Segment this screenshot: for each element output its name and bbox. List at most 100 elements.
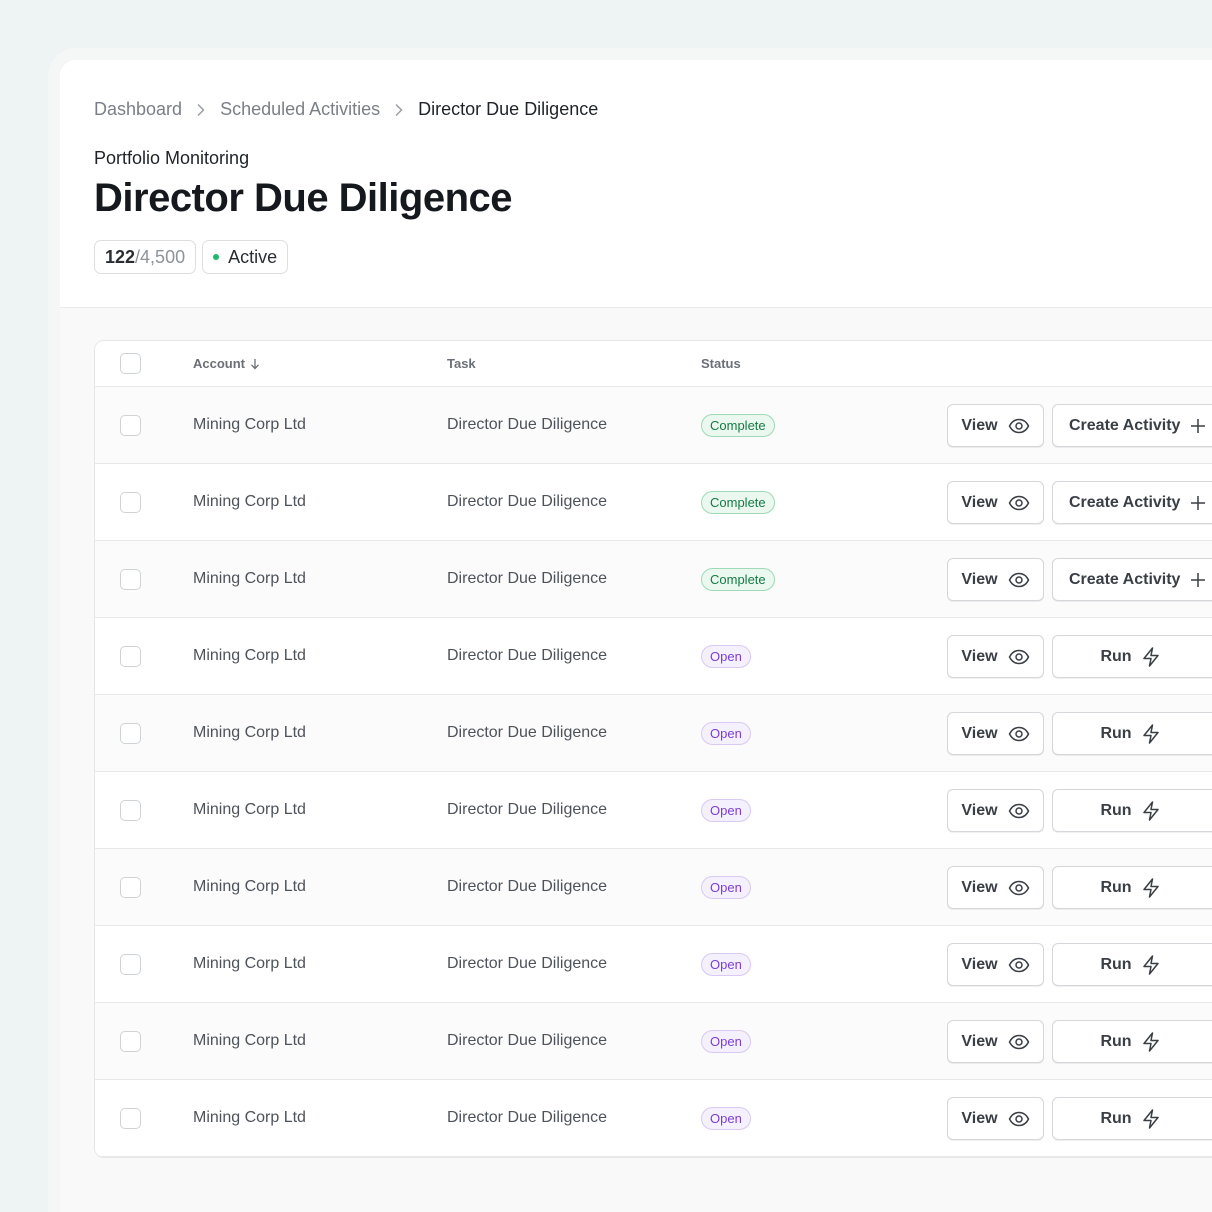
column-header-task[interactable]: Task bbox=[447, 356, 476, 371]
status-pill: Open bbox=[701, 876, 751, 899]
run-button[interactable]: Run bbox=[1052, 789, 1212, 832]
lightning-icon bbox=[1142, 800, 1160, 821]
action-button-label: Create Activity bbox=[1069, 493, 1181, 511]
lightning-icon bbox=[1142, 723, 1160, 744]
cell-account: Mining Corp Ltd bbox=[193, 493, 306, 510]
table-row: Mining Corp Ltd Director Due Diligence O… bbox=[95, 695, 1212, 772]
row-checkbox[interactable] bbox=[120, 723, 141, 744]
breadcrumb-scheduled-activities[interactable]: Scheduled Activities bbox=[220, 99, 380, 120]
run-button[interactable]: Run bbox=[1052, 712, 1212, 755]
lightning-icon bbox=[1142, 646, 1160, 667]
row-checkbox[interactable] bbox=[120, 569, 141, 590]
page-header: Dashboard Scheduled Activities Director … bbox=[60, 60, 1212, 308]
create-activity-button[interactable]: Create Activity bbox=[1052, 558, 1212, 601]
eye-icon bbox=[1008, 726, 1030, 742]
table-row: Mining Corp Ltd Director Due Diligence C… bbox=[95, 464, 1212, 541]
eye-icon bbox=[1008, 572, 1030, 588]
row-checkbox[interactable] bbox=[120, 1108, 141, 1129]
chevron-right-icon bbox=[196, 103, 206, 117]
view-button[interactable]: View bbox=[947, 1020, 1044, 1063]
cell-task: Director Due Diligence bbox=[447, 493, 608, 510]
cell-account: Mining Corp Ltd bbox=[193, 416, 306, 433]
view-button-label: View bbox=[961, 570, 998, 588]
status-pill: Open bbox=[701, 645, 751, 668]
table-header: Account Task Status bbox=[95, 341, 1212, 387]
breadcrumb-current: Director Due Diligence bbox=[418, 99, 599, 119]
create-activity-button[interactable]: Create Activity bbox=[1052, 481, 1212, 524]
select-all-checkbox[interactable] bbox=[120, 353, 141, 374]
column-header-account[interactable]: Account bbox=[193, 356, 260, 371]
lightning-icon bbox=[1142, 877, 1160, 898]
view-button[interactable]: View bbox=[947, 712, 1044, 755]
row-checkbox[interactable] bbox=[120, 646, 141, 667]
view-button-label: View bbox=[961, 416, 998, 434]
view-button-label: View bbox=[961, 955, 998, 973]
run-button[interactable]: Run bbox=[1052, 943, 1212, 986]
cell-account: Mining Corp Ltd bbox=[193, 955, 306, 972]
plus-icon bbox=[1190, 572, 1206, 588]
eye-icon bbox=[1008, 495, 1030, 511]
lightning-icon bbox=[1142, 954, 1160, 975]
app-window: Dashboard Scheduled Activities Director … bbox=[60, 60, 1212, 1212]
row-checkbox[interactable] bbox=[120, 800, 141, 821]
header-badges: 122/4,500 Active bbox=[94, 240, 289, 274]
table-row: Mining Corp Ltd Director Due Diligence O… bbox=[95, 849, 1212, 926]
activities-table: Account Task Status Mining Corp Ltd Dire… bbox=[94, 340, 1212, 1158]
row-checkbox[interactable] bbox=[120, 954, 141, 975]
view-button[interactable]: View bbox=[947, 789, 1044, 832]
run-button[interactable]: Run bbox=[1052, 635, 1212, 678]
status-pill: Open bbox=[701, 799, 751, 822]
view-button-label: View bbox=[961, 647, 998, 665]
page-title: Director Due Diligence bbox=[94, 176, 513, 220]
plus-icon bbox=[1190, 495, 1206, 511]
eye-icon bbox=[1008, 649, 1030, 665]
create-activity-button[interactable]: Create Activity bbox=[1052, 404, 1212, 447]
row-checkbox[interactable] bbox=[120, 1031, 141, 1052]
page-subtitle: Portfolio Monitoring bbox=[94, 148, 250, 168]
view-button[interactable]: View bbox=[947, 866, 1044, 909]
table-row: Mining Corp Ltd Director Due Diligence O… bbox=[95, 926, 1212, 1003]
plus-icon bbox=[1190, 418, 1206, 434]
eye-icon bbox=[1008, 1111, 1030, 1127]
breadcrumb: Dashboard Scheduled Activities Director … bbox=[94, 99, 598, 120]
cell-task: Director Due Diligence bbox=[447, 416, 608, 433]
row-checkbox[interactable] bbox=[120, 415, 141, 436]
cell-task: Director Due Diligence bbox=[447, 801, 608, 818]
arrow-down-icon bbox=[250, 358, 260, 370]
action-button-label: Run bbox=[1100, 647, 1132, 665]
run-button[interactable]: Run bbox=[1052, 1097, 1212, 1140]
row-checkbox[interactable] bbox=[120, 877, 141, 898]
view-button-label: View bbox=[961, 1032, 998, 1050]
status-pill: Open bbox=[701, 722, 751, 745]
view-button-label: View bbox=[961, 1109, 998, 1127]
cell-account: Mining Corp Ltd bbox=[193, 1109, 306, 1126]
action-button-label: Create Activity bbox=[1069, 570, 1181, 588]
row-checkbox[interactable] bbox=[120, 492, 141, 513]
run-button[interactable]: Run bbox=[1052, 866, 1212, 909]
cell-account: Mining Corp Ltd bbox=[193, 1032, 306, 1049]
view-button[interactable]: View bbox=[947, 1097, 1044, 1140]
action-button-label: Run bbox=[1100, 1032, 1132, 1050]
column-header-status[interactable]: Status bbox=[701, 356, 741, 371]
view-button[interactable]: View bbox=[947, 558, 1044, 601]
view-button[interactable]: View bbox=[947, 404, 1044, 447]
eye-icon bbox=[1008, 418, 1030, 434]
cell-account: Mining Corp Ltd bbox=[193, 647, 306, 664]
status-pill: Open bbox=[701, 1030, 751, 1053]
status-pill: Complete bbox=[701, 491, 775, 514]
view-button[interactable]: View bbox=[947, 635, 1044, 678]
breadcrumb-dashboard[interactable]: Dashboard bbox=[94, 99, 182, 120]
view-button[interactable]: View bbox=[947, 943, 1044, 986]
action-button-label: Run bbox=[1100, 878, 1132, 896]
view-button[interactable]: View bbox=[947, 481, 1044, 524]
run-button[interactable]: Run bbox=[1052, 1020, 1212, 1063]
action-button-label: Run bbox=[1100, 955, 1132, 973]
cell-account: Mining Corp Ltd bbox=[193, 801, 306, 818]
table-row: Mining Corp Ltd Director Due Diligence O… bbox=[95, 1080, 1212, 1157]
status-dot-icon bbox=[213, 254, 220, 260]
cell-account: Mining Corp Ltd bbox=[193, 570, 306, 587]
cell-task: Director Due Diligence bbox=[447, 1109, 608, 1126]
action-button-label: Create Activity bbox=[1069, 416, 1181, 434]
cell-task: Director Due Diligence bbox=[447, 724, 608, 741]
status-pill: Open bbox=[701, 953, 751, 976]
